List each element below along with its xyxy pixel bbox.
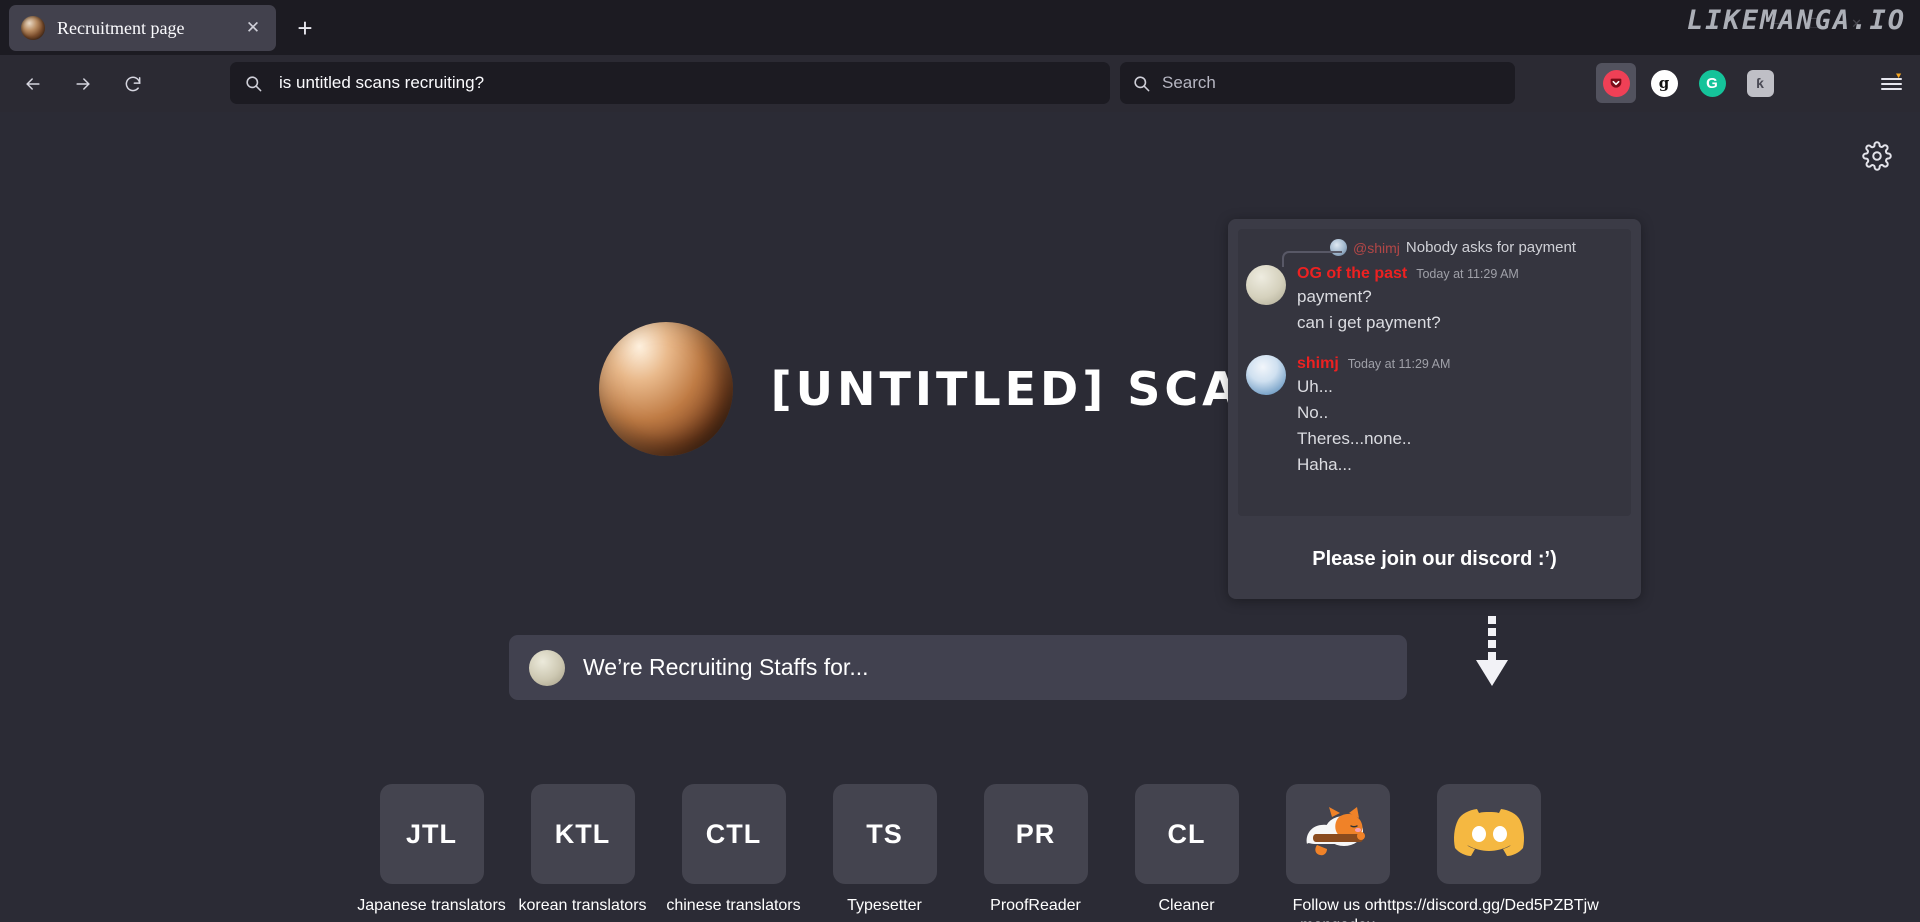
message-line: Theres...none.. [1297,429,1412,448]
untitled-scans-logo-icon [598,322,733,456]
discord-logo-icon [1452,803,1526,866]
close-icon[interactable]: ✕ [240,15,266,41]
message-author[interactable]: shimj [1297,355,1339,373]
message-line: payment? [1297,287,1372,306]
discord-card-label[interactable]: https://discord.gg/Ded5PZBTjw [1378,896,1599,916]
search-bar[interactable]: Search [1120,62,1515,104]
tab-title: Recruitment page [57,17,185,38]
reply-spine-icon [1282,251,1342,267]
role-card-tile[interactable]: CL [1134,784,1239,884]
message-timestamp: Today at 11:29 AM [1347,357,1451,371]
role-card-label: chinese translators [666,897,801,914]
discord-screenshot-overlay: @shimj Nobody asks for payment OG of the… [1228,219,1641,599]
application-menu-button[interactable] [1872,62,1912,104]
avatar[interactable] [1246,265,1286,305]
hamburger-menu-icon [1881,73,1902,90]
role-card[interactable]: CTL chinese translators [658,784,809,922]
forward-button[interactable] [64,65,102,103]
browser-tab-strip: Recruitment page ✕ + − ❐ ✕ LIKEMANGA.IO [0,0,1920,55]
discord-chat-pane: @shimj Nobody asks for payment OG of the… [1238,229,1631,516]
role-card-abbr: CTL [705,818,762,849]
role-card-tile[interactable]: TS [832,784,937,884]
role-card-abbr: KTL [554,818,611,849]
message-line: can i get payment? [1297,313,1441,332]
role-card-tile[interactable]: CTL [681,784,786,884]
role-card-abbr: TS [866,818,903,849]
address-bar-input[interactable]: is untitled scans recruiting? [279,73,484,93]
reply-mention[interactable]: @shimj [1353,240,1400,256]
role-card-abbr: JTL [405,818,457,849]
message-line: No.. [1297,403,1329,422]
new-tab-button[interactable]: + [288,11,322,45]
emoji-avatar-icon [529,649,565,686]
accessibility-extension-button[interactable]: ƙ [1740,63,1780,103]
discord-message: OG of the past Today at 11:29 AM payment… [1246,265,1623,333]
forward-arrow-icon [76,77,90,90]
search-input[interactable]: Search [1162,73,1216,93]
role-card[interactable]: KTL korean translators URGENT [507,784,658,922]
role-card-row: JTL Japanese translators KTL korean tran… [0,784,1920,922]
grammarly-green-icon: G [1698,69,1726,97]
grammarly-icon: g [1650,69,1678,97]
discord-message: shimj Today at 11:29 AM Uh... No.. There… [1246,355,1623,475]
settings-gear-icon[interactable] [1862,141,1892,171]
role-card-abbr: CL [1167,818,1206,849]
extensions-toolbar: g G ƙ [1596,62,1780,104]
role-card-tile[interactable]: JTL [379,784,484,884]
discord-link-card[interactable]: https://discord.gg/Ded5PZBTjw [1378,784,1599,922]
role-card-abbr: PR [1015,818,1056,849]
mangadex-cat-icon [1301,804,1375,865]
back-arrow-icon [26,77,40,90]
accessibility-icon: ƙ [1746,69,1774,97]
mangadex-card-tile[interactable] [1285,784,1390,884]
message-line: Haha... [1297,455,1352,474]
avatar[interactable] [1246,355,1286,395]
down-arrow-icon [1470,614,1514,692]
pocket-icon [1602,69,1630,97]
reply-text: Nobody asks for payment [1405,239,1576,256]
grammarly-green-extension-button[interactable]: G [1692,63,1732,103]
message-author[interactable]: OG of the past [1297,265,1407,283]
role-card-label: Japanese translators [357,897,506,914]
recruiting-banner: We’re Recruiting Staffs for... [509,635,1407,700]
role-card[interactable]: JTL Japanese translators [356,784,507,922]
message-timestamp: Today at 11:29 AM [1416,267,1519,281]
address-bar[interactable]: is untitled scans recruiting? [230,62,1110,104]
role-card-label: korean translators [518,897,647,914]
reload-icon [125,76,141,91]
likemanga-watermark: LIKEMANGA.IO [1686,5,1906,36]
back-button[interactable] [14,65,52,103]
join-discord-text: Please join our discord :’) [1312,548,1557,570]
page-content: [UNTITLED] SCANS We’re Recruiting Staffs… [0,112,1920,922]
reload-button[interactable] [114,65,152,103]
role-card-tile[interactable]: PR [983,784,1088,884]
browser-tab[interactable]: Recruitment page ✕ [9,5,276,51]
discord-card-tile[interactable] [1436,784,1541,884]
role-card-label: Cleaner [1158,897,1215,914]
tab-favicon-icon [21,16,45,40]
role-card-label: Typesetter [847,897,922,914]
pocket-extension-button[interactable] [1596,63,1636,103]
recruiting-banner-text: We’re Recruiting Staffs for... [583,654,869,680]
message-line: Uh... [1297,377,1333,396]
discord-reply-reference[interactable]: @shimj Nobody asks for payment [1246,239,1623,267]
role-card[interactable]: TS Typesetter URGENT [809,784,960,922]
role-card-label: ProofReader [990,897,1081,914]
role-card[interactable]: CL Cleaner [1111,784,1262,922]
role-card[interactable]: PR ProofReader URGENT [960,784,1111,922]
role-card-tile[interactable]: KTL [530,784,635,884]
search-icon [244,74,263,93]
grammarly-extension-button[interactable]: g [1644,63,1684,103]
search-icon [1132,74,1151,93]
